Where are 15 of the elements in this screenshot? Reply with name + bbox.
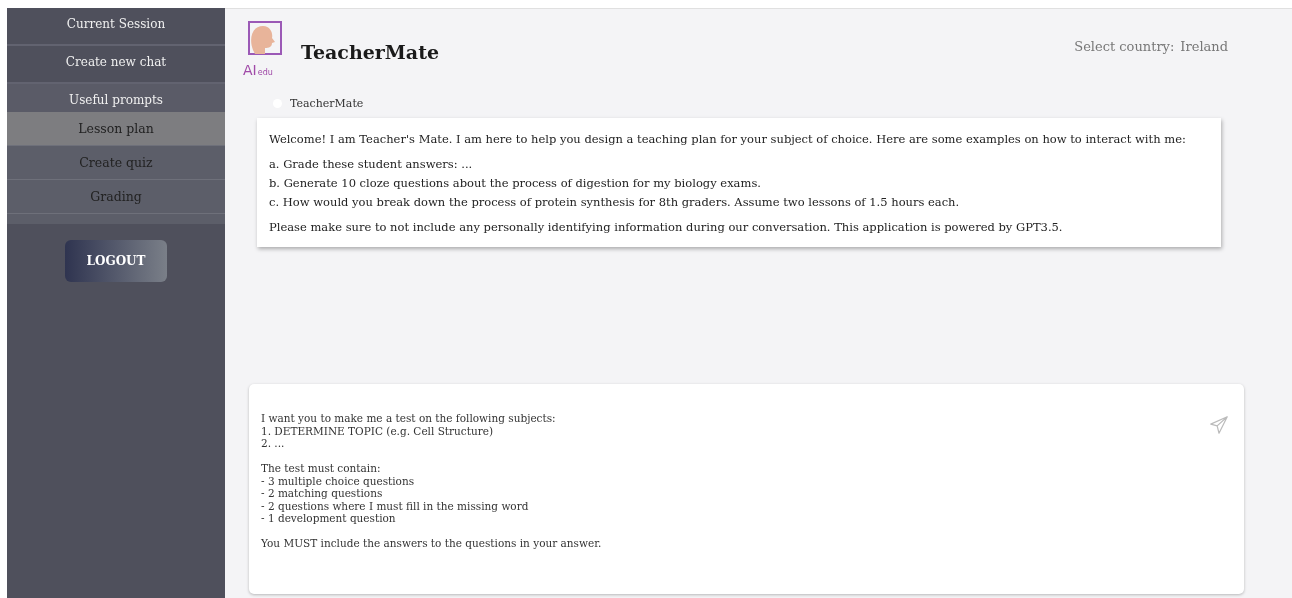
prompt-item[interactable]: Lesson plan [7, 112, 225, 146]
country-select[interactable]: Ireland [1180, 39, 1228, 54]
example-text: a. Grade these student answers: ... [269, 156, 474, 173]
message-text: Welcome! I am Teacher's Mate. I am here to help you design a teaching plan for your subject of choice. Here are some examples on how to interact with me: [269, 131, 1187, 148]
app-title: TeacherMate [301, 41, 440, 63]
sender-name: TeacherMate [290, 97, 364, 110]
logo: AI edu [243, 18, 283, 86]
prompts-heading: Useful prompts [7, 84, 225, 112]
example-text: b. Generate 10 cloze questions about the process of digestion for my biology exams. [269, 175, 762, 192]
example-text: c. How would you break down the process of protein synthesis for 8th graders. Assume two lessons of 1.5 hours each. [269, 194, 961, 211]
message-input[interactable]: I want you to make me a test on the following subjects: 1. DETERMINE TOPIC (e.g. Cell Structure) 2. ... The test must contain: - 3 multiple choice questions - 2 matching questions - 2 questions where I must fill in the missing word - 1 development question You MUST include the answers to the questions in your answer. [249, 384, 1244, 594]
message-text: Please make sure to not include any personally identifying information during our conversation. This application is powered by GPT3.5. [269, 219, 1064, 236]
logout-button[interactable]: LOGOUT [65, 240, 167, 282]
country-label: Select country: [1074, 39, 1175, 54]
send-icon[interactable] [1208, 414, 1230, 436]
